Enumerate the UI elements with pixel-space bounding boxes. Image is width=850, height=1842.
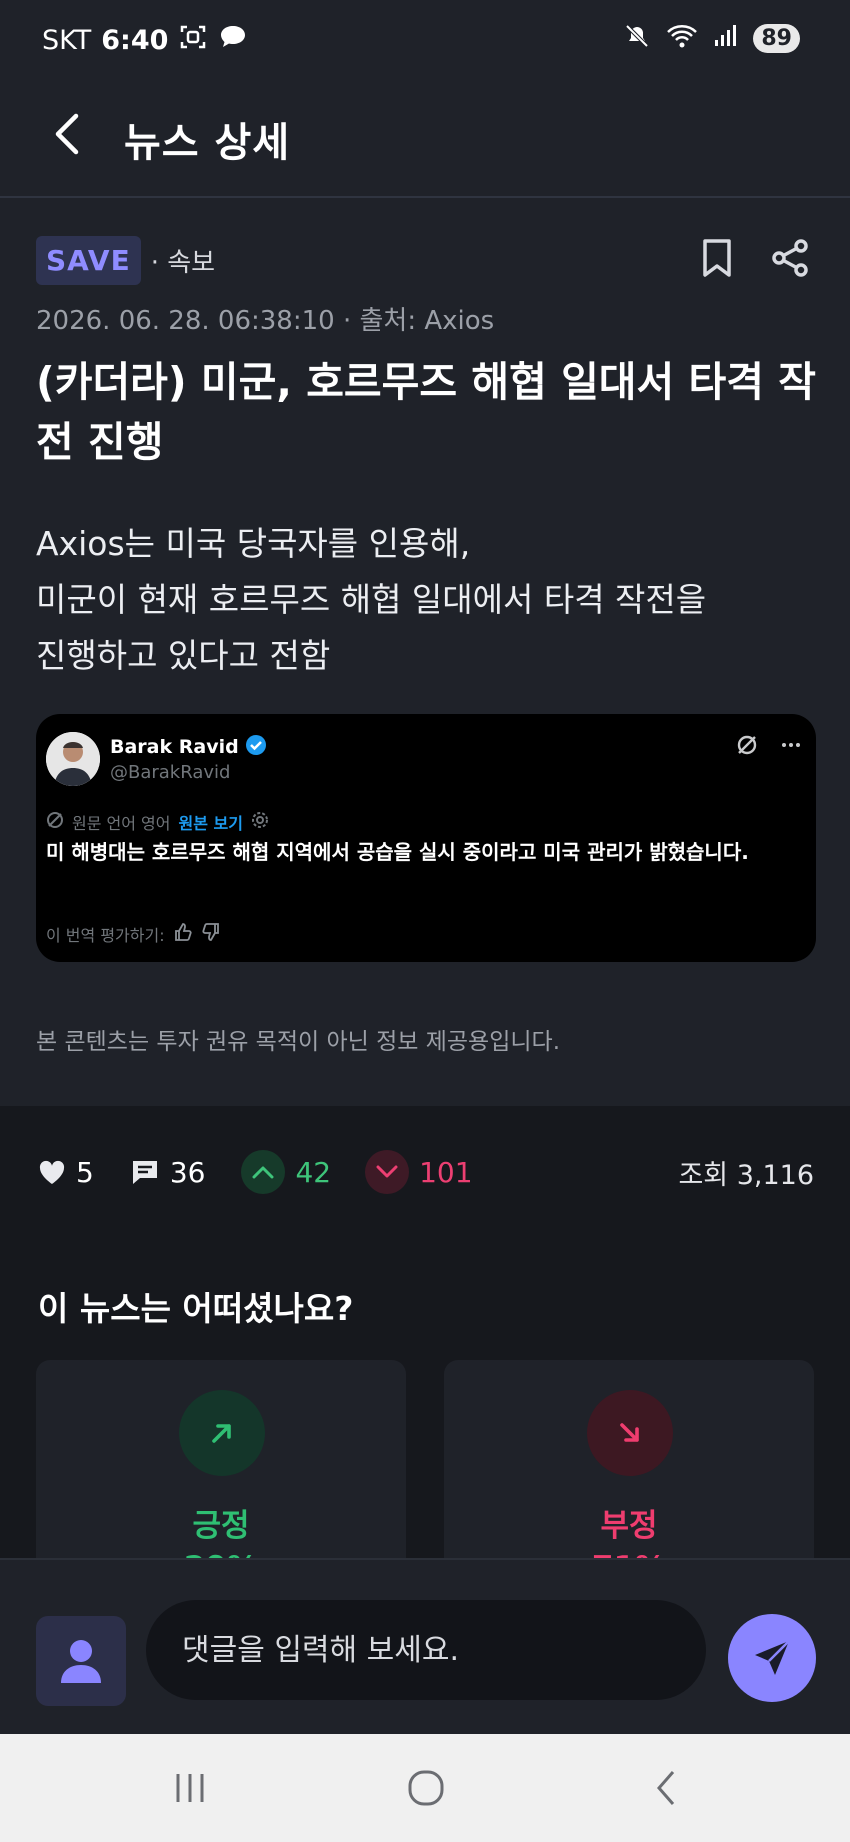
mute-icon (623, 22, 651, 54)
embedded-tweet[interactable]: Barak Ravid @BarakRavid 원문 언어 영어 원본 보기 미 (36, 714, 816, 962)
verified-badge-icon (245, 734, 267, 760)
like-button[interactable]: 5 (38, 1156, 94, 1189)
comment-count: 36 (169, 1155, 206, 1189)
comment-input[interactable] (146, 1600, 706, 1700)
comment-icon (132, 1161, 157, 1184)
chevron-left-icon (55, 113, 79, 155)
bookmark-icon (703, 239, 731, 277)
like-count: 5 (76, 1155, 94, 1189)
recent-apps-button[interactable] (150, 1758, 230, 1818)
recent-apps-icon (176, 1774, 204, 1802)
battery-indicator: 89 (753, 23, 800, 53)
chevron-up-icon (241, 1150, 286, 1194)
thumbs-down-icon[interactable] (201, 922, 221, 946)
article-body-line: Axios는 미국 당국자를 인용해, (36, 524, 471, 563)
home-button[interactable] (386, 1758, 466, 1818)
chevron-down-icon (365, 1150, 410, 1194)
status-bar: SKT 6:40 89 (0, 0, 850, 80)
chat-bubble-icon (218, 22, 248, 59)
article-datetime-source: 2026. 06. 28. 06:38:10 · 출처: Axios (36, 306, 495, 336)
translate-language-label: 원문 언어 영어 (72, 814, 171, 833)
comments-button[interactable]: 36 (130, 1155, 206, 1189)
translate-icon (46, 811, 64, 833)
view-count: 조회 3,116 (678, 1159, 814, 1191)
article-body-line: 진행하고 있다고 전함 (36, 636, 331, 675)
downvote-button[interactable]: 101 (365, 1150, 473, 1194)
poll-positive-label: 긍정 (192, 1508, 250, 1544)
tweet-author-handle: @BarakRavid (110, 762, 231, 783)
page-title: 뉴스 상세 (124, 120, 291, 166)
send-icon (755, 1640, 790, 1675)
clock: 6:40 (101, 25, 169, 56)
bookmark-button[interactable] (700, 238, 734, 282)
grok-icon[interactable] (736, 734, 758, 760)
show-original-link[interactable]: 원본 보기 (179, 810, 243, 834)
back-icon (657, 1771, 675, 1805)
more-options-icon[interactable] (780, 734, 802, 760)
poll-negative-label: 부정 (600, 1508, 658, 1544)
category-label: · 속보 (150, 248, 216, 278)
downvote-count: 101 (419, 1155, 473, 1189)
send-button[interactable] (728, 1614, 816, 1702)
tweet-author-avatar (46, 732, 100, 786)
article-body-line: 미군이 현재 호르무즈 해협 일대에서 타격 작전을 (36, 580, 707, 619)
share-button[interactable] (770, 238, 810, 282)
back-button[interactable] (42, 104, 92, 164)
thumbs-up-icon[interactable] (173, 922, 193, 946)
upvote-button[interactable]: 42 (241, 1150, 331, 1194)
article-headline: (카더라) 미군, 호르무즈 해협 일대서 타격 작전 진행 (36, 358, 816, 466)
share-icon (772, 239, 808, 277)
trend-up-icon (179, 1390, 265, 1476)
user-avatar (36, 1616, 126, 1706)
screenshot-icon (178, 22, 208, 59)
disclaimer-text: 본 콘텐츠는 투자 권유 목적이 아닌 정보 제공용입니다. (36, 1029, 561, 1055)
wifi-icon (665, 22, 699, 54)
poll-title: 이 뉴스는 어떠셨나요? (38, 1289, 354, 1328)
tweet-text: 미 해병대는 호르무즈 해협 지역에서 공습을 실시 중이라고 미국 관리가 밝… (46, 840, 749, 864)
comment-bar (0, 1558, 850, 1734)
article: SAVE · 속보 2026. 06. 28. 06:38:10 · 출처: A… (0, 200, 850, 1106)
article-body: Axios는 미국 당국자를 인용해, 미군이 현재 호르무즈 해협 일대에서 … (36, 516, 816, 684)
settings-icon[interactable] (251, 811, 269, 833)
rate-translation-label: 이 번역 평가하기: (46, 926, 165, 945)
heart-icon (39, 1160, 65, 1184)
tweet-author-name: Barak Ravid (110, 736, 239, 758)
user-icon (61, 1640, 101, 1683)
app-bar: 뉴스 상세 (0, 80, 850, 198)
trend-down-icon (587, 1390, 673, 1476)
home-icon (408, 1770, 444, 1806)
save-badge: SAVE (36, 236, 141, 285)
system-nav-bar (0, 1734, 850, 1842)
carrier-label: SKT (42, 25, 92, 56)
upvote-count: 42 (295, 1155, 332, 1189)
signal-icon (713, 22, 739, 54)
system-back-button[interactable] (626, 1758, 706, 1818)
